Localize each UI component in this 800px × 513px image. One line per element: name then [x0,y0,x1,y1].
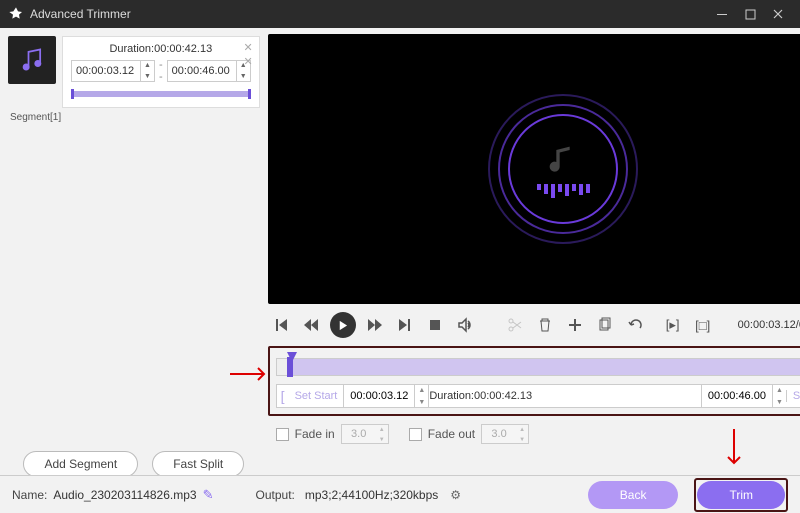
output-value: mp3;2;44100Hz;320kbps [305,488,438,502]
fade-in-label: Fade in [295,427,335,441]
fade-in-checkbox[interactable] [276,428,289,441]
audio-visual-icon [488,94,638,244]
undo-button[interactable] [624,314,646,336]
trim-values-row: [ Set Start ▲▼ Duration:00:00:42.13 ▲▼ S… [276,384,800,408]
trim-button[interactable]: Trim [697,481,785,509]
segment-range-bar[interactable] [71,91,251,97]
delete-button[interactable] [534,314,556,336]
goto-end-button[interactable] [394,314,416,336]
annotation-arrow-down-icon [726,429,742,469]
back-button[interactable]: Back [588,481,679,509]
annotation-arrow-icon [230,366,270,382]
play-button[interactable] [330,312,356,338]
trim-button-highlight: Trim [694,478,788,512]
segment-index-label: Segment[1] [10,112,260,123]
segment-duplicate-icon[interactable]: ✕ [243,55,252,68]
segment-start-input[interactable]: ▲▼ [71,60,155,82]
segment-card[interactable]: ✕ ✕ Duration:00:00:42.13 ▲▼ -- ▲▼ [62,36,260,108]
edit-name-button[interactable]: ✎ [203,487,214,503]
segment-close-icon[interactable]: ✕ [243,41,252,54]
equalizer-icon [537,184,590,198]
fade-row: Fade in ▲▼ Fade out ▲▼ [268,424,800,444]
segment-duration-label: Duration:00:00:42.13 [71,43,251,55]
fade-out-checkbox[interactable] [409,428,422,441]
stepper-down-icon[interactable]: ▼ [141,71,154,82]
add-segment-button[interactable]: Add Segment [23,451,138,477]
segment-thumbnail[interactable] [8,36,56,84]
output-label: Output: [256,488,295,502]
stepper-down-icon[interactable]: ▼ [237,71,250,82]
volume-button[interactable] [454,314,476,336]
rewind-button[interactable] [300,314,322,336]
fade-in-input[interactable]: ▲▼ [341,424,389,444]
bracket-in-button[interactable]: [▸] [662,314,684,336]
stepper-down-icon[interactable]: ▼ [773,397,786,409]
maximize-button[interactable] [736,0,764,28]
goto-start-button[interactable] [270,314,292,336]
bracket-out-button[interactable]: [□] [692,314,714,336]
trim-range-panel: [ Set Start ▲▼ Duration:00:00:42.13 ▲▼ S… [268,346,800,416]
minimize-button[interactable] [708,0,736,28]
fast-split-button[interactable]: Fast Split [152,451,244,477]
segments-panel: ✕ ✕ Duration:00:00:42.13 ▲▼ -- ▲▼ Seg [0,28,268,513]
stepper-up-icon[interactable]: ▲ [773,385,786,397]
stepper-down-icon[interactable]: ▼ [415,397,428,409]
titlebar: Advanced Trimmer [0,0,800,28]
trim-start-input[interactable] [344,390,414,402]
add-marker-button[interactable] [564,314,586,336]
close-button[interactable] [764,0,792,28]
stop-button[interactable] [424,314,446,336]
set-end-button[interactable]: Set End [786,390,800,402]
music-note-icon [543,140,583,180]
segment-dash: -- [159,59,163,83]
name-value: Audio_230203114826.mp3 [53,488,196,502]
timeline-playhead[interactable] [287,349,297,367]
timeline-track[interactable] [276,358,800,376]
name-label: Name: [12,488,47,502]
fade-out-input[interactable]: ▲▼ [481,424,529,444]
set-start-button[interactable]: Set Start [289,390,344,402]
cut-button[interactable] [504,314,526,336]
bracket-left-icon: [ [277,388,289,404]
trim-end-input[interactable] [702,390,772,402]
preview-pane [268,34,800,304]
forward-button[interactable] [364,314,386,336]
trim-duration-label: Duration:00:00:42.13 [428,385,701,407]
stepper-up-icon[interactable]: ▲ [141,60,154,71]
player-controls: [▸] [□] 00:00:03.12/00:00:49.18 [268,312,800,338]
stepper-up-icon[interactable]: ▲ [415,385,428,397]
segment-end-input[interactable]: ▲▼ [167,60,251,82]
fade-out-label: Fade out [428,427,475,441]
copy-button[interactable] [594,314,616,336]
output-settings-button[interactable]: ⚙ [450,488,461,502]
app-logo-icon [8,6,24,22]
player-timecode: 00:00:03.12/00:00:49.18 [738,319,800,331]
window-title: Advanced Trimmer [30,7,131,21]
footer-bar: Name: Audio_230203114826.mp3 ✎ Output: m… [0,475,800,513]
